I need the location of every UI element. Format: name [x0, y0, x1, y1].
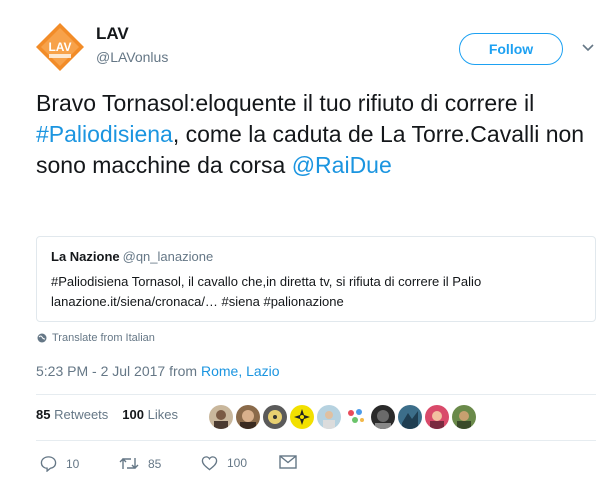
message-button[interactable]	[279, 455, 297, 469]
likes-count: 100	[122, 407, 144, 422]
timestamp-text[interactable]: 5:23 PM - 2 Jul 2017 from	[36, 363, 201, 379]
retweets-count: 85	[36, 407, 51, 422]
heart-icon	[201, 456, 218, 471]
quote-author-handle: @qn_lanazione	[122, 249, 214, 264]
retweet-count: 85	[148, 456, 162, 471]
tweet-stats: 85 Retweets 100 Likes	[36, 407, 178, 422]
globe-icon	[37, 333, 47, 343]
tweet-actions: 10 85 100	[36, 455, 596, 475]
tweet-text: Bravo Tornasol:eloquente il tuo rifiuto …	[36, 88, 601, 181]
location-link[interactable]: Rome, Lazio	[201, 363, 280, 379]
reply-icon	[40, 456, 57, 472]
avatar[interactable]	[344, 405, 368, 429]
quote-author-name: La Nazione	[51, 249, 120, 264]
avatar[interactable]	[263, 405, 287, 429]
user-handle[interactable]: @LAVonlus	[96, 49, 168, 65]
avatar[interactable]	[371, 405, 395, 429]
logo-text: LAV	[48, 40, 71, 54]
quote-text-line2: lanazione.it/siena/cronaca/… #siena #pal…	[51, 294, 344, 309]
retweets-label: Retweets	[54, 407, 109, 422]
like-button[interactable]: 100	[201, 455, 247, 471]
envelope-icon	[279, 455, 297, 469]
quote-text-line1: #Paliodisiena Tornasol, il cavallo che,i…	[51, 274, 482, 289]
hashtag-link[interactable]: #Paliodisiena	[36, 121, 173, 147]
avatar[interactable]	[290, 405, 314, 429]
quote-author: La Nazione @qn_lanazione	[51, 249, 213, 264]
avatar[interactable]	[236, 405, 260, 429]
like-count: 100	[227, 456, 248, 470]
translate-link[interactable]: Translate from Italian	[37, 332, 155, 344]
avatar[interactable]	[452, 405, 476, 429]
likes-stat[interactable]: 100 Likes	[122, 407, 178, 422]
divider	[36, 440, 596, 441]
divider	[36, 394, 596, 395]
likes-label: Likes	[147, 407, 178, 422]
likers-avatars	[209, 405, 476, 429]
retweet-button[interactable]: 85	[119, 455, 161, 472]
quoted-tweet[interactable]: La Nazione @qn_lanazione #Paliodisiena To…	[36, 236, 596, 322]
avatar[interactable]	[398, 405, 422, 429]
translate-label: Translate from Italian	[52, 332, 155, 344]
avatar[interactable]	[425, 405, 449, 429]
retweets-stat[interactable]: 85 Retweets	[36, 407, 108, 422]
timestamp: 5:23 PM - 2 Jul 2017 from Rome, Lazio	[36, 363, 280, 379]
retweet-icon	[119, 458, 139, 469]
avatar[interactable]	[209, 405, 233, 429]
tweet-header: LAV LAV @LAVonlus Follow	[36, 22, 596, 72]
reply-count: 10	[66, 456, 80, 471]
avatar[interactable]	[317, 405, 341, 429]
avatar[interactable]: LAV	[36, 23, 84, 71]
mention-link[interactable]: @RaiDue	[292, 152, 392, 178]
user-name[interactable]: LAV	[96, 24, 129, 44]
tweet-text-part1: Bravo Tornasol:eloquente il tuo rifiuto …	[36, 90, 535, 116]
chevron-down-icon[interactable]	[580, 40, 596, 56]
follow-button[interactable]: Follow	[459, 33, 563, 65]
reply-button[interactable]: 10	[40, 455, 79, 472]
